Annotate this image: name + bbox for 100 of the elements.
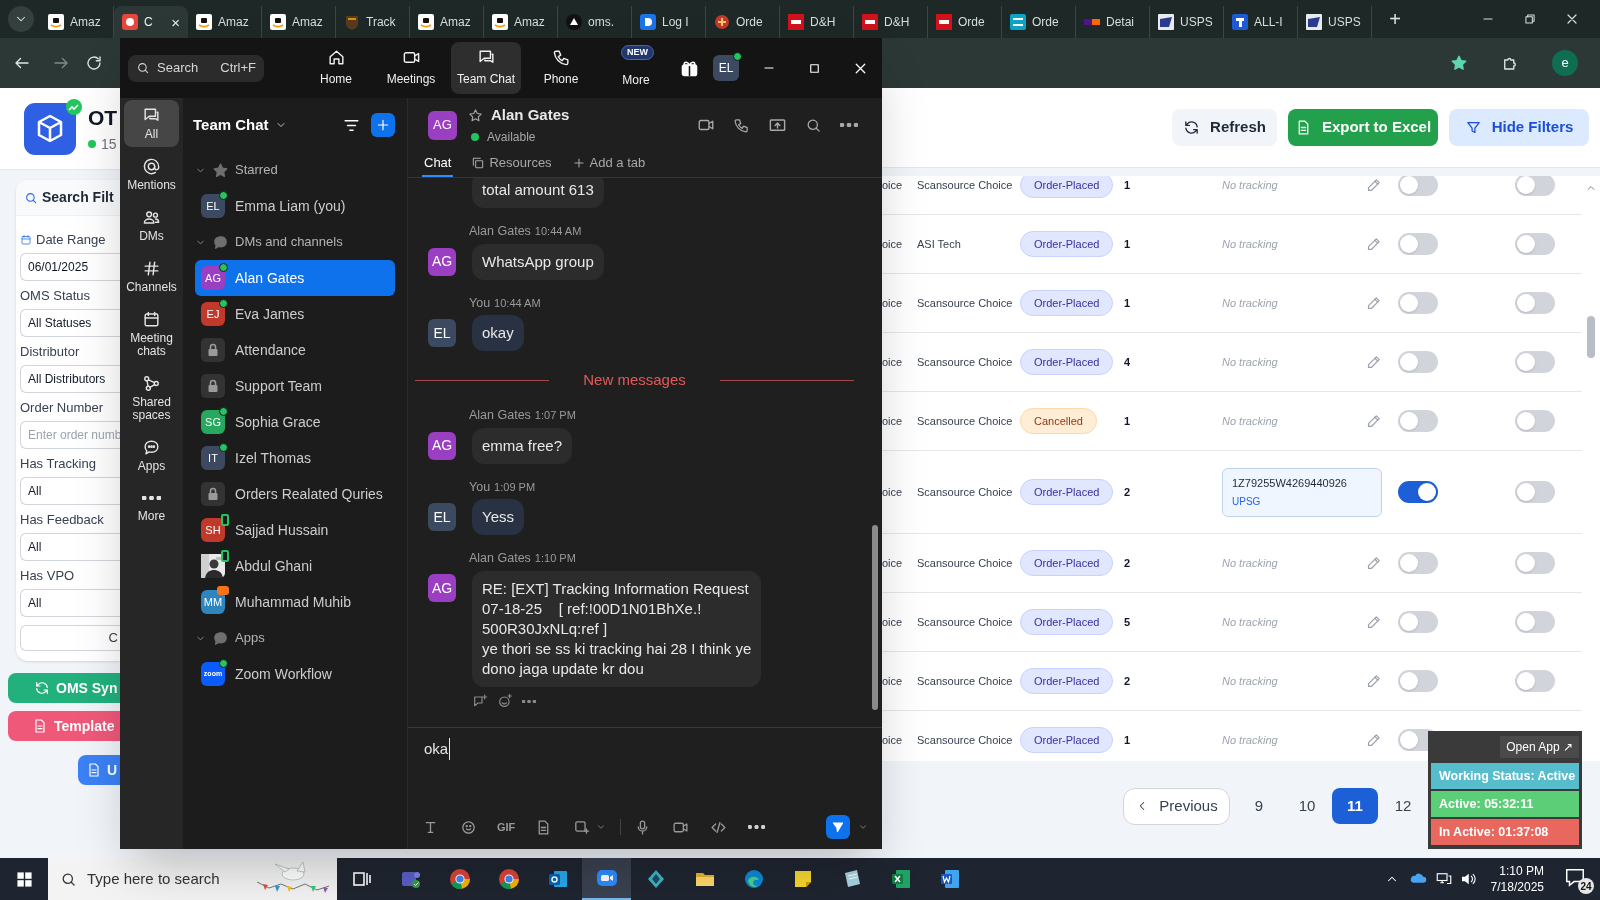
upload-button[interactable]: U [78, 755, 120, 785]
avatar: AG [428, 574, 456, 602]
toggle-switch[interactable] [1515, 410, 1555, 432]
dropdown-field[interactable]: All [20, 589, 120, 617]
previous-button[interactable]: Previous [1123, 787, 1230, 825]
lock-icon [201, 338, 225, 362]
restore-icon[interactable] [1523, 12, 1537, 26]
toggle-switch[interactable] [1398, 233, 1438, 255]
chat-list-item[interactable]: Support Team [195, 368, 395, 404]
toggle-switch[interactable] [1515, 233, 1555, 255]
page-button[interactable]: 10 [1284, 788, 1330, 824]
more-icon[interactable] [840, 123, 858, 127]
rail-item[interactable]: Channels [124, 253, 179, 300]
chat-list-item[interactable]: Abdul Ghani [195, 548, 395, 584]
caret-icon[interactable] [858, 822, 868, 832]
chat-tab[interactable]: Add a tab [569, 151, 648, 177]
search-icon [24, 190, 38, 205]
page-button[interactable]: 9 [1236, 788, 1282, 824]
new-chat-button[interactable] [371, 113, 395, 137]
toggle-switch[interactable] [1398, 176, 1438, 196]
toggle-switch[interactable] [1515, 552, 1555, 574]
toggle-switch[interactable] [1515, 176, 1555, 196]
nav-button[interactable]: More [601, 66, 671, 94]
scrollbar-thumb[interactable] [872, 525, 878, 710]
rail-item[interactable]: DMs [124, 202, 179, 249]
avatar[interactable]: EL [713, 55, 739, 81]
new-tab-button[interactable]: + [1382, 6, 1408, 32]
toggle-switch[interactable] [1515, 670, 1555, 692]
scrollbar-thumb[interactable] [1587, 316, 1595, 358]
clock[interactable]: 1:10 PM 7/18/2025 [1490, 863, 1544, 895]
screenshot-icon[interactable] [573, 818, 591, 836]
toggle-switch[interactable] [1398, 351, 1438, 373]
rail-item[interactable]: More [124, 483, 179, 529]
taskbar-button[interactable] [582, 858, 631, 900]
phone-icon[interactable] [733, 116, 750, 134]
rail-item[interactable]: Meeting chats [124, 304, 179, 364]
toggle-switch[interactable] [1398, 552, 1438, 574]
browser-icon [496, 867, 521, 891]
open-app-button[interactable]: Open App ↗ [1500, 736, 1579, 758]
close-tab-button[interactable]: × [171, 14, 180, 30]
chat-list-item[interactable]: MM Muhammad Muhib [195, 584, 395, 620]
dropdown-field[interactable]: All [20, 533, 120, 561]
rail-item[interactable]: All [124, 100, 179, 147]
toggle-switch[interactable] [1398, 292, 1438, 314]
chat-list-item[interactable]: SG Sophia Grace [195, 404, 395, 440]
toggle-switch[interactable] [1515, 611, 1555, 633]
site-icon [418, 14, 434, 30]
message-bubble: emma free? [472, 427, 573, 464]
toggle-switch[interactable] [1515, 481, 1555, 503]
nav-button[interactable]: Phone [526, 42, 596, 94]
message-input[interactable]: oka [416, 736, 874, 762]
chat-list-item[interactable]: SH Sajjad Hussain [195, 512, 395, 548]
chat-list-item[interactable]: Orders Realated Quries [195, 476, 395, 512]
page-button[interactable]: 12 [1380, 788, 1426, 824]
search-field[interactable]: Search Ctrl+F [128, 54, 264, 82]
caret-icon[interactable] [596, 822, 607, 832]
action-button[interactable]: Hide Filters [1449, 109, 1589, 146]
more-icon[interactable] [748, 825, 766, 829]
toggle-switch[interactable] [1515, 351, 1555, 373]
nav-button[interactable]: Meetings [376, 42, 446, 94]
taskbar-search-field[interactable]: Type here to search [48, 858, 337, 900]
chat-list-item[interactable]: Attendance [195, 332, 395, 368]
chat-list-item[interactable]: IT Izel Thomas [195, 440, 395, 476]
toggle-switch[interactable] [1398, 410, 1438, 432]
star-icon[interactable] [468, 107, 483, 123]
chat-list-item[interactable]: EJ Eva James [195, 296, 395, 332]
rail-item[interactable]: Mentions [124, 151, 179, 198]
toggle-switch[interactable] [1398, 481, 1438, 503]
panel-title-button[interactable]: Team Chat [193, 113, 287, 137]
emoji-icon[interactable] [460, 818, 477, 836]
nav-button[interactable]: Home [301, 42, 371, 94]
chat-tab[interactable]: Chat [422, 151, 454, 177]
star-icon[interactable] [1450, 54, 1468, 72]
dropdown-field[interactable]: All Statuses [20, 309, 120, 337]
send-button[interactable] [826, 815, 850, 839]
clear-button[interactable]: C [20, 625, 120, 651]
page-button[interactable]: 11 [1332, 788, 1378, 824]
rail-item[interactable]: Shared spaces [124, 368, 179, 428]
dropdown-field[interactable]: All [20, 477, 120, 505]
input-field[interactable]: Enter order numb [20, 421, 120, 449]
rail-item[interactable]: Apps [124, 432, 179, 479]
chat-list-item[interactable]: AG Alan Gates [195, 260, 395, 296]
more-icon[interactable] [522, 699, 536, 703]
add-reaction-icon[interactable] [497, 693, 513, 709]
dropdown-field[interactable]: All Distributors [20, 365, 120, 393]
date-field[interactable]: 06/01/2025 [20, 253, 120, 281]
toggle-switch[interactable] [1398, 611, 1438, 633]
profile-button[interactable]: e [1552, 50, 1578, 76]
reply-icon[interactable] [472, 693, 488, 709]
toggle-switch[interactable] [1398, 670, 1438, 692]
reload-icon[interactable] [85, 54, 103, 72]
chat-list-item[interactable]: EL Emma Liam (you) [195, 188, 395, 224]
divider-label: New messages [582, 370, 687, 391]
chat-tab[interactable]: Resources [469, 151, 554, 177]
nav-button[interactable]: Team Chat [451, 42, 521, 94]
gif-button[interactable]: GIF [497, 818, 516, 836]
tab-search-button[interactable] [8, 6, 34, 32]
browser-tab[interactable]: C × [114, 6, 188, 38]
toggle-switch[interactable] [1515, 292, 1555, 314]
action-button[interactable]: Refresh [1172, 109, 1277, 146]
